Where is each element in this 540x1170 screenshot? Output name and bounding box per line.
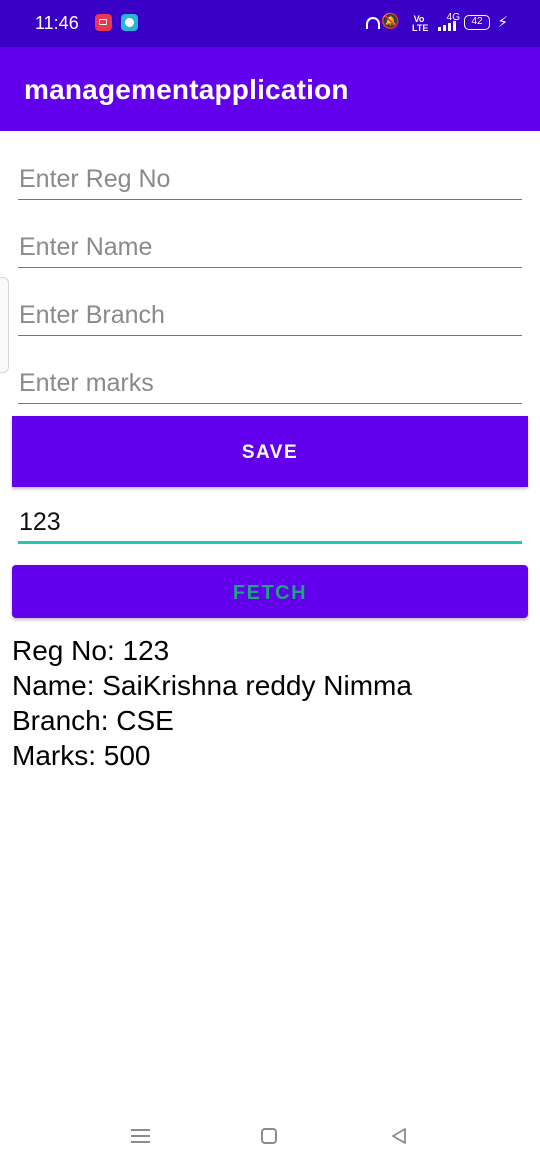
charging-icon: ⚡ (497, 14, 508, 31)
branch-input[interactable] (18, 296, 522, 336)
edge-panel-handle[interactable] (0, 277, 9, 373)
app-bar: managementapplication (0, 47, 540, 131)
name-input[interactable] (18, 228, 522, 268)
recent-apps-icon[interactable] (131, 1129, 150, 1144)
status-time: 11:46 (35, 13, 79, 33)
screen-record-icon (95, 14, 112, 31)
marks-input[interactable] (18, 364, 522, 404)
back-icon[interactable] (389, 1126, 409, 1146)
save-button[interactable]: SAVE (12, 416, 528, 487)
result-reg: Reg No: 123 (12, 635, 170, 666)
reg-no-input[interactable] (18, 160, 522, 200)
bell-muted-icon: 🔕 (381, 13, 400, 30)
screen: 11:46 🔕 Vo LTE 4G 42 ⚡ managementapplica… (0, 0, 540, 1170)
home-icon[interactable] (261, 1128, 277, 1144)
fetch-reg-input[interactable] (18, 504, 522, 544)
result-name: Name: SaiKrishna reddy Nimma (12, 670, 412, 701)
result-marks: Marks: 500 (12, 740, 151, 771)
volte-label: Vo LTE (412, 14, 429, 33)
fetch-button[interactable]: FETCH (12, 565, 528, 618)
app-title: managementapplication (24, 74, 349, 105)
signal-icon (438, 21, 460, 31)
status-bar: 11:46 🔕 Vo LTE 4G 42 ⚡ (0, 0, 540, 47)
result-branch: Branch: CSE (12, 705, 174, 736)
headset-icon (366, 17, 380, 29)
battery-icon: 42 (464, 15, 490, 30)
chat-notification-icon (121, 14, 138, 31)
navigation-bar (0, 1112, 540, 1162)
result-panel: Reg No: 123 Name: SaiKrishna reddy Nimma… (12, 633, 412, 773)
